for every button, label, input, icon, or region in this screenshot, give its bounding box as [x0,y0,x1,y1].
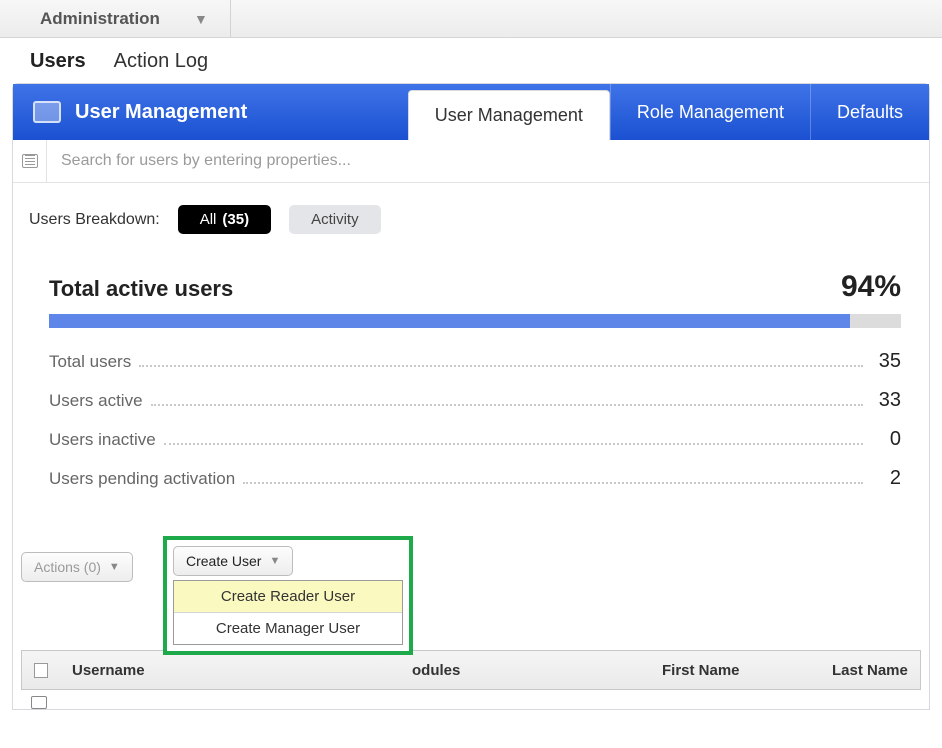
col-username[interactable]: Username [60,662,400,679]
top-bar: Administration ▼ [0,0,942,38]
tab-user-management[interactable]: User Management [408,90,610,140]
stat-row: Users active 33 [49,389,901,412]
filter-all-label: All [200,211,217,228]
select-all-checkbox[interactable] [22,663,60,678]
progress-bar-fill [49,314,850,328]
stat-label: Users inactive [49,430,156,450]
filter-all-count: (35) [222,211,249,228]
create-user-menu: Create Reader User Create Manager User [173,580,403,645]
actions-button-label: Actions (0) [34,559,101,575]
card-title-text: User Management [75,101,247,124]
stat-value: 0 [871,428,901,451]
chevron-down-icon: ▼ [109,561,120,573]
actions-row: Actions (0) ▼ Create User ▼ Create Reade… [13,516,929,592]
stat-label: Users active [49,391,143,411]
breakdown-label: Users Breakdown: [29,211,160,229]
tab-role-management[interactable]: Role Management [610,84,810,140]
filter-all[interactable]: All (35) [178,205,271,234]
stat-value: 35 [871,350,901,373]
col-first-name[interactable]: First Name [650,662,820,679]
col-modules[interactable]: odules [400,662,650,679]
create-user-label: Create User [186,553,261,569]
stat-row: Total users 35 [49,350,901,373]
user-mgmt-card: User Management User Management Role Man… [12,83,930,710]
breakdown-row: Users Breakdown: All (35) Activity [13,183,929,244]
stats-block: Total active users 94% Total users 35 Us… [13,244,929,516]
section-tabs: Users Action Log [0,38,942,83]
stat-row: Users pending activation 2 [49,467,901,490]
create-user-highlight: Create User ▼ Create Reader User Create … [163,536,413,655]
menu-create-manager[interactable]: Create Manager User [174,613,402,644]
card-header: User Management User Management Role Man… [13,84,929,140]
search-row [13,140,929,183]
card-title: User Management [13,84,267,140]
search-input[interactable] [47,140,929,182]
create-user-button[interactable]: Create User ▼ [173,546,293,576]
filter-activity[interactable]: Activity [289,205,381,234]
actions-button[interactable]: Actions (0) ▼ [21,552,133,582]
stat-label: Users pending activation [49,469,235,489]
stat-value: 2 [871,467,901,490]
list-view-icon[interactable] [13,140,47,182]
header-tabs: User Management Role Management Defaults [408,84,929,140]
stats-percent: 94% [841,270,901,304]
breadcrumb-label: Administration [40,9,160,29]
menu-create-reader[interactable]: Create Reader User [174,581,402,613]
tab-defaults[interactable]: Defaults [810,84,929,140]
chevron-down-icon: ▼ [269,555,280,567]
stat-row: Users inactive 0 [49,428,901,451]
table-header: Username odules First Name Last Name [21,650,921,690]
stat-value: 33 [871,389,901,412]
stat-label: Total users [49,352,131,372]
tab-users[interactable]: Users [30,50,86,73]
stats-heading: Total active users [49,276,233,302]
progress-bar [49,314,901,328]
tab-action-log[interactable]: Action Log [114,50,209,73]
chevron-down-icon: ▼ [194,11,208,27]
col-last-name[interactable]: Last Name [820,662,920,679]
breadcrumb[interactable]: Administration ▼ [0,0,231,37]
id-card-icon [33,101,61,123]
row-icon [31,696,47,709]
